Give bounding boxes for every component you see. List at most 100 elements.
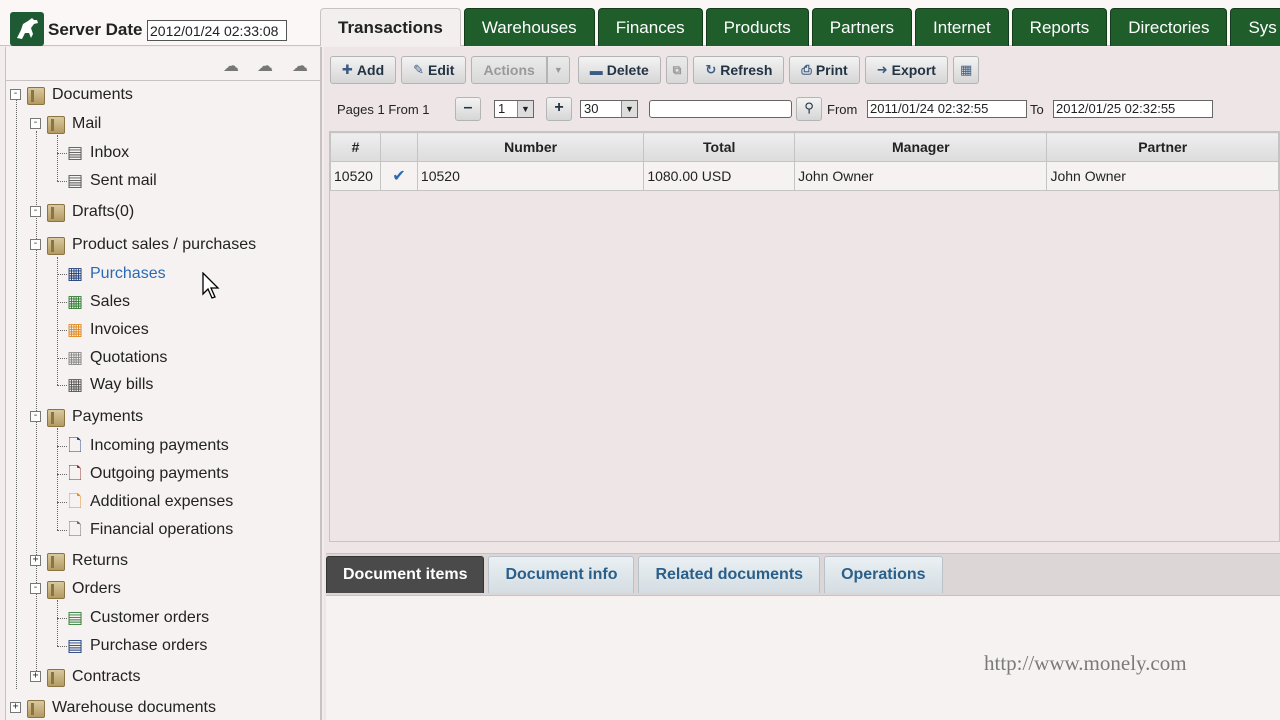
add-button-label: Add — [356, 62, 385, 78]
expand-documents-toggle[interactable]: - — [10, 89, 21, 100]
expand-returns-toggle[interactable]: + — [30, 555, 41, 566]
expand-payments-toggle[interactable]: - — [30, 411, 41, 422]
tree-item-label: Warehouse documents — [52, 699, 216, 716]
tab-operations[interactable]: Operations — [824, 556, 943, 593]
tree-item-mail[interactable]: Mail — [46, 112, 101, 136]
tab-system[interactable]: Sys — [1230, 8, 1280, 46]
add-button[interactable]: ✚ Add — [330, 56, 397, 84]
date-to-field[interactable]: 2012/01/25 02:32:55 — [1053, 100, 1213, 118]
tree-item-documents[interactable]: Documents — [26, 83, 133, 107]
tree-item-label: Mail — [72, 115, 102, 132]
tree-item-sent-mail[interactable]: ▤ Sent mail — [66, 169, 157, 193]
tree-item-label: Purchase orders — [90, 637, 208, 654]
column-header-total[interactable]: Total — [643, 132, 796, 162]
tree-item-label: Way bills — [90, 376, 154, 393]
table-icon: ▦ — [959, 62, 973, 77]
tree-item-label: Inbox — [90, 144, 130, 161]
grid-icon: ▦ — [66, 264, 84, 283]
tree-item-contracts[interactable]: Contracts — [46, 665, 140, 689]
refresh-button-label: Refresh — [720, 62, 773, 78]
copy-button[interactable]: ⧉ — [665, 56, 689, 84]
tab-partners[interactable]: Partners — [811, 8, 913, 46]
tree-item-label: Sales — [90, 293, 131, 310]
search-input[interactable] — [649, 100, 792, 118]
delete-button[interactable]: ▬ Delete — [577, 56, 661, 84]
column-header-partner[interactable]: Partner — [1046, 132, 1279, 162]
tree-item-incoming-payments[interactable]: 🗋 Incoming payments — [66, 434, 229, 458]
page-size-select[interactable]: 30 ▼ — [580, 100, 638, 118]
tree-item-inbox[interactable]: ▤ Inbox — [66, 141, 129, 165]
plus-icon: ✚ — [342, 62, 353, 77]
export-button[interactable]: ➜ Export — [864, 56, 948, 84]
folder-icon — [46, 235, 66, 255]
grid-icon: ▦ — [66, 320, 84, 339]
expand-warehouse-documents-toggle[interactable]: + — [10, 702, 21, 713]
actions-button[interactable]: Actions — [471, 56, 547, 84]
inbox-icon: ▤ — [66, 143, 84, 162]
tree-item-purchases[interactable]: ▦ Purchases — [66, 262, 166, 286]
column-header-status[interactable] — [379, 132, 418, 162]
tab-warehouses[interactable]: Warehouses — [463, 8, 595, 46]
top-bar: Server Date 2012/01/24 02:33:08 Transact… — [0, 0, 1280, 46]
actions-button-label: Actions — [483, 62, 535, 78]
minus-icon: ▬ — [589, 62, 603, 78]
tab-document-items[interactable]: Document items — [326, 556, 485, 593]
columns-button[interactable]: ▦ — [952, 56, 980, 84]
tab-finances[interactable]: Finances — [597, 8, 703, 46]
tree-item-drafts[interactable]: Drafts(0) — [46, 200, 134, 224]
tree-item-additional-expenses[interactable]: 🗋 Additional expenses — [66, 490, 233, 514]
tab-related-documents[interactable]: Related documents — [638, 556, 821, 593]
tree-item-customer-orders[interactable]: ▤ Customer orders — [66, 606, 209, 630]
brain-icon[interactable]: ☁ — [289, 56, 311, 75]
tree-item-financial-operations[interactable]: 🗋 Financial operations — [66, 518, 233, 542]
folder-icon — [46, 551, 66, 571]
pages-label: Pages 1 From 1 — [337, 102, 430, 117]
table-row[interactable]: 10520 ✔ 10520 1080.00 USD John Owner Joh… — [330, 161, 1279, 191]
expand-product-sales-toggle[interactable]: - — [30, 239, 41, 250]
tree-item-returns[interactable]: Returns — [46, 549, 128, 573]
tab-products[interactable]: Products — [705, 8, 809, 46]
expand-mail-toggle[interactable]: - — [30, 118, 41, 129]
tree-item-sales[interactable]: ▦ Sales — [66, 290, 130, 314]
tree-item-warehouse-documents[interactable]: Warehouse documents — [26, 696, 216, 720]
tree-item-way-bills[interactable]: ▦ Way bills — [66, 373, 153, 397]
page-select[interactable]: 1 ▼ — [494, 100, 534, 118]
tree-item-invoices[interactable]: ▦ Invoices — [66, 318, 149, 342]
search-button[interactable]: ⚲ — [796, 97, 822, 121]
export-icon: ➜ — [876, 62, 888, 77]
detail-tab-bar: Document items Document info Related doc… — [326, 553, 1280, 595]
print-button[interactable]: ⎙ Print — [789, 56, 860, 84]
tree-item-quotations[interactable]: ▦ Quotations — [66, 346, 167, 370]
prev-page-button[interactable]: – — [455, 97, 481, 121]
date-from-field[interactable]: 2011/01/24 02:32:55 — [867, 100, 1027, 118]
next-page-button[interactable]: + — [546, 97, 572, 121]
tab-document-info[interactable]: Document info — [488, 556, 635, 593]
edit-button[interactable]: ✎ Edit — [401, 56, 467, 84]
chevron-down-icon: ▼ — [517, 101, 533, 117]
expand-contracts-toggle[interactable]: + — [30, 671, 41, 682]
tab-internet[interactable]: Internet — [915, 8, 1009, 46]
document-icon: 🗋 — [68, 520, 82, 539]
tree-item-payments[interactable]: Payments — [46, 405, 143, 429]
tree-item-product-sales[interactable]: Product sales / purchases — [46, 233, 256, 257]
column-header-id[interactable]: # — [330, 132, 381, 162]
column-header-number[interactable]: Number — [416, 132, 645, 162]
tab-reports[interactable]: Reports — [1011, 8, 1108, 46]
tab-transactions[interactable]: Transactions — [320, 8, 461, 46]
brain-icon[interactable]: ☁ — [254, 56, 276, 75]
tab-directories[interactable]: Directories — [1110, 8, 1228, 46]
document-toolbar: ✚ Add ✎ Edit Actions ▼ ▬ Delete ⧉ ↻ Refresh … — [330, 56, 984, 84]
actions-dropdown-button[interactable]: ▼ — [546, 56, 570, 84]
tree-item-purchase-orders[interactable]: ▤ Purchase orders — [66, 634, 207, 658]
expand-drafts-toggle[interactable]: - — [30, 206, 41, 217]
grid-icon: ▦ — [66, 292, 84, 311]
column-header-manager[interactable]: Manager — [794, 132, 1048, 162]
expand-orders-toggle[interactable]: - — [30, 583, 41, 594]
refresh-button[interactable]: ↻ Refresh — [693, 56, 785, 84]
tree-item-label: Purchases — [90, 265, 166, 282]
brain-icon[interactable]: ☁ — [220, 56, 242, 75]
folder-icon — [46, 202, 66, 222]
document-icon: 🗋 — [68, 464, 82, 483]
tree-item-orders[interactable]: Orders — [46, 577, 121, 601]
tree-item-outgoing-payments[interactable]: 🗋 Outgoing payments — [66, 462, 229, 486]
